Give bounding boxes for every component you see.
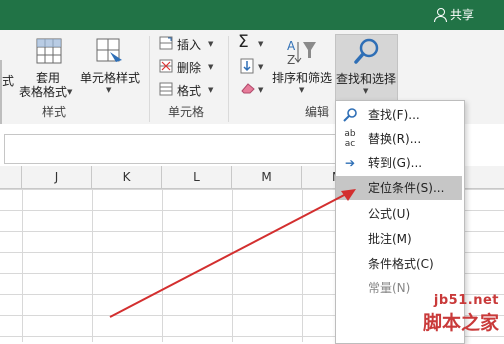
watermark-url: jb51.net [433,293,499,308]
watermark-site-name: 脚本之家 [422,312,499,334]
annotation-arrow [109,189,356,318]
watermark: jb51.net 脚本之家 [423,293,499,335]
